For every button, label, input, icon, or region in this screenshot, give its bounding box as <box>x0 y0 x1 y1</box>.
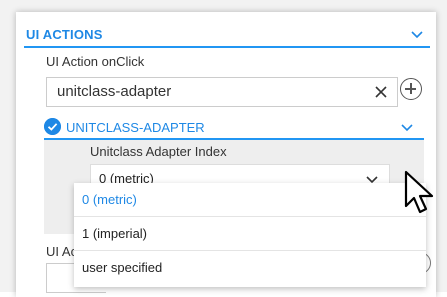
unitclass-adapter-title: UNITCLASS-ADAPTER <box>66 120 205 135</box>
unitclass-adapter-header[interactable]: UNITCLASS-ADAPTER <box>44 118 424 140</box>
section-title: UI ACTIONS <box>26 27 103 42</box>
dropdown-option[interactable]: user specified <box>74 251 426 285</box>
dropdown-option[interactable]: 0 (metric) <box>74 183 426 217</box>
option-label: 1 (imperial) <box>82 226 148 241</box>
mouse-pointer-icon <box>404 170 434 214</box>
dropdown-option[interactable]: 1 (imperial) <box>74 217 426 251</box>
onclick-input-value: unitclass-adapter <box>57 83 172 100</box>
option-label: 0 (metric) <box>82 192 137 207</box>
adapter-index-label: Unitclass Adapter Index <box>90 144 227 159</box>
next-field-label: UI Ac <box>46 244 78 259</box>
chevron-down-icon[interactable] <box>410 28 424 42</box>
adapter-index-dropdown: 0 (metric) 1 (imperial) user specified <box>74 183 426 287</box>
option-label: user specified <box>82 260 163 275</box>
chevron-down-icon[interactable] <box>400 121 414 135</box>
add-circle-icon[interactable] <box>400 78 422 100</box>
clear-icon[interactable] <box>373 84 389 100</box>
ui-actions-header[interactable]: UI ACTIONS <box>24 24 430 48</box>
onclick-label: UI Action onClick <box>46 54 145 69</box>
check-circle-icon <box>44 118 61 135</box>
screen: UI ACTIONS UI Action onClick unitclass-a… <box>0 0 447 297</box>
onclick-input[interactable]: unitclass-adapter <box>46 77 398 107</box>
